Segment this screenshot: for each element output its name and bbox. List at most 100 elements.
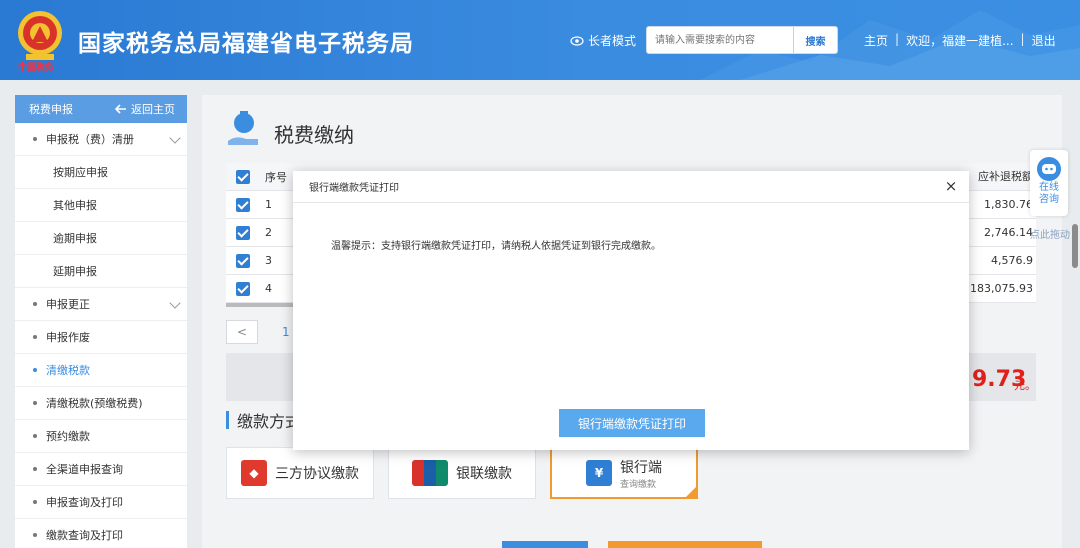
bullet-icon	[33, 302, 37, 306]
sidebar-item-label: 逾期申报	[53, 232, 97, 245]
pay-method-heading: 缴款方式	[226, 408, 301, 432]
selected-check-icon	[684, 485, 698, 499]
pagination: < 1	[226, 320, 290, 344]
sidebar-item-declaration-list[interactable]: 申报税（费）清册	[15, 123, 187, 156]
home-link[interactable]: 主页	[864, 32, 888, 49]
sidebar: 税费申报 返回主页 申报税（费）清册 按期应申报 其他申报 逾期申报 延期申报 …	[15, 95, 187, 548]
dialog-tip: 温馨提示：支持银行端缴款凭证打印，请纳税人依据凭证到银行完成缴款。	[331, 241, 661, 252]
search-input[interactable]	[647, 27, 793, 53]
print-voucher-button[interactable]: 银行端缴款凭证打印	[559, 409, 705, 437]
sidebar-item-all-channel[interactable]: 全渠道申报查询	[15, 453, 187, 486]
pay-method-sub: 查询缴款	[620, 479, 657, 490]
sidebar-item-label: 清缴税款(预缴税费)	[46, 397, 143, 410]
bullet-icon	[33, 401, 37, 405]
sidebar-item-other[interactable]: 其他申报	[15, 189, 187, 222]
unionpay-icon	[412, 460, 448, 486]
eye-icon	[570, 35, 584, 46]
page-scrollbar[interactable]	[1072, 224, 1078, 268]
pay-method-bank[interactable]: ¥ 银行端 查询缴款	[550, 447, 698, 499]
sidebar-item-void[interactable]: 申报作废	[15, 321, 187, 354]
sidebar-item-scheduled[interactable]: 预约缴款	[15, 420, 187, 453]
row-amount: 4,576.9	[991, 254, 1033, 267]
pay-method-unionpay[interactable]: 银联缴款	[388, 447, 536, 499]
bullet-icon	[33, 434, 37, 438]
bullet-icon	[33, 368, 37, 372]
row-checkbox[interactable]	[236, 253, 250, 268]
sidebar-title: 税费申报	[29, 103, 73, 116]
bullet-icon	[33, 533, 37, 537]
sidebar-item-periodic[interactable]: 按期应申报	[15, 156, 187, 189]
sidebar-item-clear-prepaid[interactable]: 清缴税款(预缴税费)	[15, 387, 187, 420]
money-bag-icon	[228, 111, 258, 145]
welcome-user[interactable]: 欢迎，福建一建植...	[906, 32, 1013, 49]
row-no: 1	[265, 198, 272, 211]
online-consult-button[interactable]: 在线 咨询	[1030, 150, 1068, 216]
sidebar-item-overdue[interactable]: 逾期申报	[15, 222, 187, 255]
pay-method-label: 三方协议缴款	[275, 466, 359, 482]
drag-hint[interactable]: 点此拖动	[1030, 226, 1070, 241]
row-no: 4	[265, 282, 272, 295]
row-no: 3	[265, 254, 272, 267]
pay-method-label: 缴款方式	[237, 412, 302, 431]
close-icon[interactable]: ×	[941, 176, 961, 196]
table-scrollbar[interactable]	[226, 303, 296, 307]
col-amount-header: 应补退税额	[978, 170, 1033, 183]
page-title: 税费缴纳	[274, 123, 354, 147]
top-nav: 主页 | 欢迎，福建一建植... | 退出	[864, 32, 1056, 49]
amount-column: 应补退税额 1,830.76 2,746.14 4,576.9 183,075.…	[962, 163, 1037, 303]
chevron-down-icon	[169, 132, 181, 144]
page-number[interactable]: 1	[282, 325, 290, 339]
sidebar-item-label: 预约缴款	[46, 430, 90, 443]
row-checkbox[interactable]	[236, 225, 250, 240]
sidebar-item-declaration-query[interactable]: 申报查询及打印	[15, 486, 187, 519]
site-header: 中国税务 国家税务总局福建省电子税务局 长者模式 搜索 主页 | 欢迎，福建一建…	[0, 0, 1080, 80]
bullet-icon	[33, 500, 37, 504]
sidebar-item-label: 申报更正	[46, 298, 90, 311]
elder-mode-toggle[interactable]: 长者模式	[570, 32, 636, 49]
sidebar-item-label: 申报作废	[46, 331, 90, 344]
back-home-button[interactable]: 返回主页	[115, 101, 175, 117]
site-title: 国家税务总局福建省电子税务局	[78, 31, 414, 57]
row-checkbox[interactable]	[236, 281, 250, 296]
pay-method-label: 银联缴款	[456, 466, 512, 482]
sidebar-item-label: 缴款查询及打印	[46, 529, 123, 542]
sidebar-item-label: 申报查询及打印	[46, 496, 123, 509]
bank-bag-icon: ¥	[586, 460, 612, 486]
sidebar-item-deferred[interactable]: 延期申报	[15, 255, 187, 288]
sidebar-header: 税费申报 返回主页	[15, 95, 187, 123]
search-button[interactable]: 搜索	[793, 27, 837, 53]
select-all-checkbox[interactable]	[236, 169, 250, 184]
pay-method-tripartite[interactable]: ◆ 三方协议缴款	[226, 447, 374, 499]
heading-accent	[226, 411, 229, 429]
sidebar-item-correction[interactable]: 申报更正	[15, 288, 187, 321]
bottom-button-blue[interactable]	[502, 541, 588, 548]
pay-method-text: 银行端 查询缴款	[620, 457, 662, 490]
bullet-icon	[33, 335, 37, 339]
row-checkbox[interactable]	[236, 197, 250, 212]
row-amount: 1,830.76	[984, 198, 1033, 211]
row-no: 2	[265, 226, 272, 239]
sidebar-item-label: 按期应申报	[53, 166, 108, 179]
bottom-button-orange[interactable]	[608, 541, 762, 548]
emblem-caption: 中国税务	[18, 63, 55, 73]
chat-bot-icon	[1037, 157, 1061, 181]
sidebar-item-label: 其他申报	[53, 199, 97, 212]
total-unit: 元。	[1014, 379, 1036, 392]
sidebar-item-clear-tax[interactable]: 清缴税款	[15, 354, 187, 387]
logout-link[interactable]: 退出	[1032, 32, 1056, 49]
print-voucher-dialog: 银行端缴款凭证打印 × 温馨提示：支持银行端缴款凭证打印，请纳税人依据凭证到银行…	[293, 171, 969, 450]
prev-page-button[interactable]: <	[226, 320, 258, 344]
pay-method-label: 银行端	[620, 459, 662, 476]
bullet-icon	[33, 137, 37, 141]
consult-label-2: 咨询	[1039, 194, 1059, 205]
tax-emblem-icon	[18, 11, 62, 60]
consult-label-1: 在线	[1039, 182, 1059, 193]
elder-mode-label: 长者模式	[588, 34, 637, 48]
dialog-header: 银行端缴款凭证打印 ×	[293, 171, 969, 203]
chevron-down-icon	[169, 297, 181, 309]
sidebar-item-label: 清缴税款	[46, 364, 90, 377]
sidebar-item-payment-query[interactable]: 缴款查询及打印	[15, 519, 187, 548]
tripartite-icon: ◆	[241, 460, 267, 486]
sidebar-item-label: 全渠道申报查询	[46, 463, 123, 476]
row-amount: 2,746.14	[984, 226, 1033, 239]
